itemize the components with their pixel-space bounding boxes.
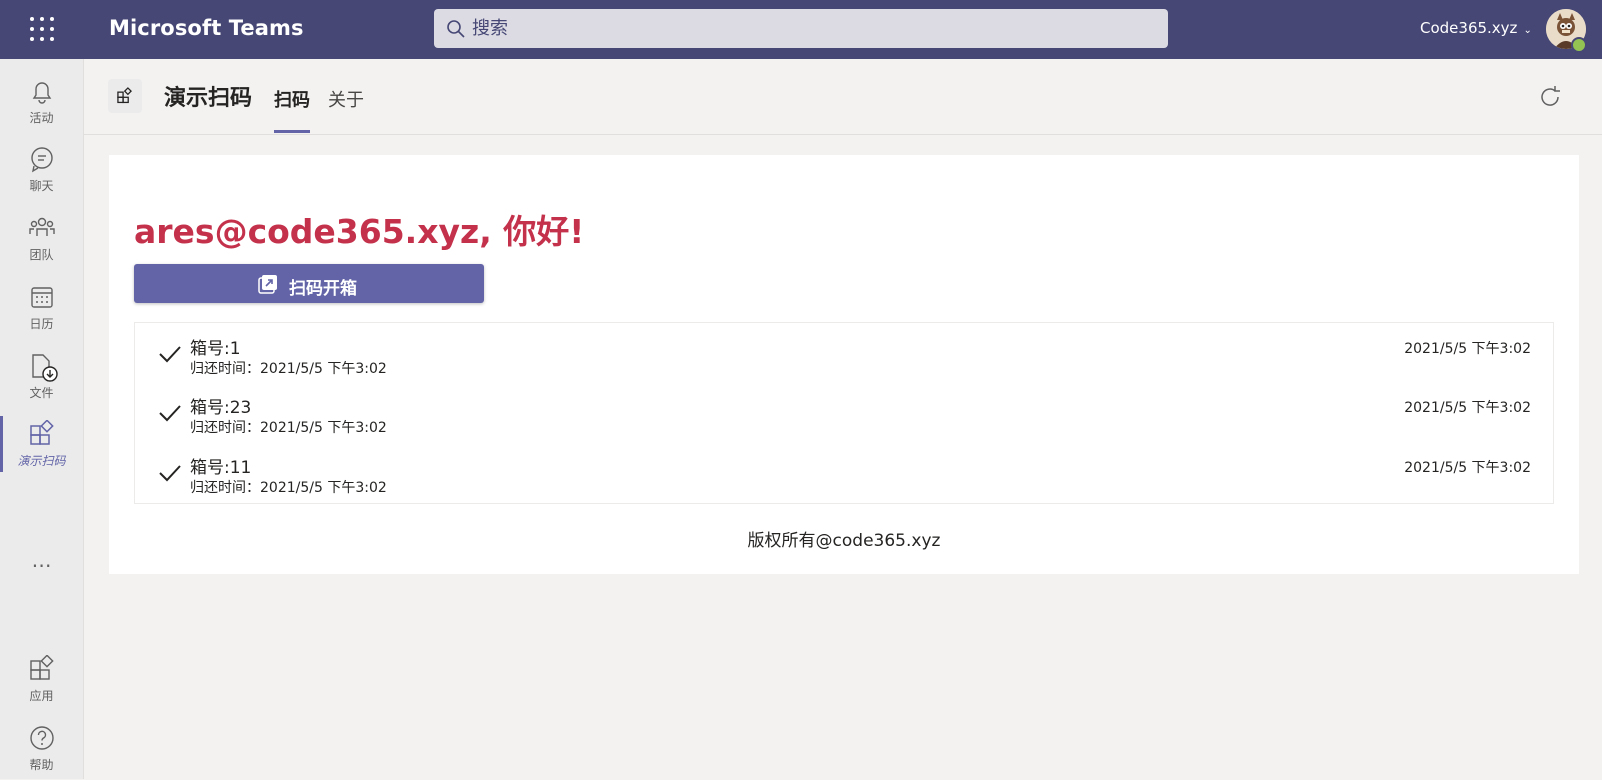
rail-label: 活动 xyxy=(29,111,54,125)
list-item[interactable]: 箱号:1 归还时间：2021/5/5 下午3:02 2021/5/5 下午3:0… xyxy=(135,323,1553,383)
help-icon xyxy=(30,726,54,750)
greeting-text: ares@code365.xyz, 你好! xyxy=(134,212,585,251)
presence-available-icon xyxy=(1571,37,1587,53)
rail-item-calendar[interactable]: 日历 xyxy=(0,273,83,339)
rail-item-chat[interactable]: 聊天 xyxy=(0,135,83,201)
account-switcher[interactable]: Code365.xyz ⌄ xyxy=(1420,19,1532,37)
rail-item-files[interactable]: 文件 xyxy=(0,342,83,408)
top-bar: Microsoft Teams Code365.xyz ⌄ xyxy=(0,0,1602,59)
search-input[interactable] xyxy=(472,9,1152,48)
refresh-icon[interactable] xyxy=(1537,84,1563,110)
chat-icon xyxy=(31,147,53,173)
teams-icon xyxy=(29,217,55,236)
rail-label: 聊天 xyxy=(29,179,54,193)
check-icon xyxy=(159,346,181,363)
list-item[interactable]: 箱号:23 归还时间：2021/5/5 下午3:02 2021/5/5 下午3:… xyxy=(135,382,1553,442)
tab-scan[interactable]: 扫码 xyxy=(274,86,310,112)
rail-item-activity[interactable]: 活动 xyxy=(0,67,83,133)
rail-label: 应用 xyxy=(29,689,54,703)
box-number: 箱号:23 xyxy=(190,398,252,418)
account-name: Code365.xyz xyxy=(1420,19,1518,37)
open-external-icon xyxy=(258,275,277,294)
search-icon xyxy=(447,20,465,38)
check-icon xyxy=(159,465,181,482)
record-timestamp: 2021/5/5 下午3:02 xyxy=(1404,460,1531,476)
scan-open-box-button[interactable]: 扫码开箱 xyxy=(134,264,484,303)
rail-item-help[interactable]: 帮助 xyxy=(0,714,83,780)
rail-label: 团队 xyxy=(29,248,54,262)
rail-label: 演示扫码 xyxy=(17,454,66,468)
app-icon xyxy=(108,79,142,113)
record-timestamp: 2021/5/5 下午3:02 xyxy=(1404,341,1531,357)
rail-item-teams[interactable]: 团队 xyxy=(0,204,83,270)
rail-label: 文件 xyxy=(29,386,54,400)
list-item[interactable]: 箱号:11 归还时间：2021/5/5 下午3:02 2021/5/5 下午3:… xyxy=(135,442,1553,502)
return-time: 归还时间：2021/5/5 下午3:02 xyxy=(190,420,387,436)
return-time: 归还时间：2021/5/5 下午3:02 xyxy=(190,361,387,377)
check-icon xyxy=(159,405,181,422)
app-launcher-icon[interactable] xyxy=(30,17,54,41)
more-apps-icon[interactable]: ⋯ xyxy=(26,553,58,577)
content-card: ares@code365.xyz, 你好! 扫码开箱 箱号:1 归还时间：202… xyxy=(109,155,1579,574)
chevron-down-icon: ⌄ xyxy=(1523,25,1532,36)
search-box[interactable] xyxy=(434,9,1168,48)
rail-label: 帮助 xyxy=(29,758,54,772)
record-timestamp: 2021/5/5 下午3:02 xyxy=(1404,400,1531,416)
left-rail: 活动 聊天 团队 日历 文件 演示扫码 ⋯ 应用 帮助 xyxy=(0,59,84,779)
scan-button-label: 扫码开箱 xyxy=(289,279,357,299)
file-icon xyxy=(32,354,58,382)
return-time: 归还时间：2021/5/5 下午3:02 xyxy=(190,480,387,496)
app-name: Microsoft Teams xyxy=(109,16,304,40)
box-number: 箱号:1 xyxy=(190,339,241,359)
record-list: 箱号:1 归还时间：2021/5/5 下午3:02 2021/5/5 下午3:0… xyxy=(134,322,1554,504)
rail-label: 日历 xyxy=(29,317,54,331)
apps-icon xyxy=(30,655,54,680)
app-icon xyxy=(30,420,54,445)
app-header: 演示扫码 扫码 关于 xyxy=(84,59,1602,135)
rail-item-demo-scan[interactable]: 演示扫码 xyxy=(0,410,83,476)
page-title: 演示扫码 xyxy=(164,86,253,111)
copyright-footer: 版权所有@code365.xyz xyxy=(747,531,941,551)
rail-item-apps[interactable]: 应用 xyxy=(0,645,83,711)
box-number: 箱号:11 xyxy=(190,458,252,478)
bell-icon xyxy=(32,82,52,104)
active-tab-indicator xyxy=(274,130,310,133)
calendar-icon xyxy=(31,287,53,308)
tab-about[interactable]: 关于 xyxy=(328,86,364,112)
